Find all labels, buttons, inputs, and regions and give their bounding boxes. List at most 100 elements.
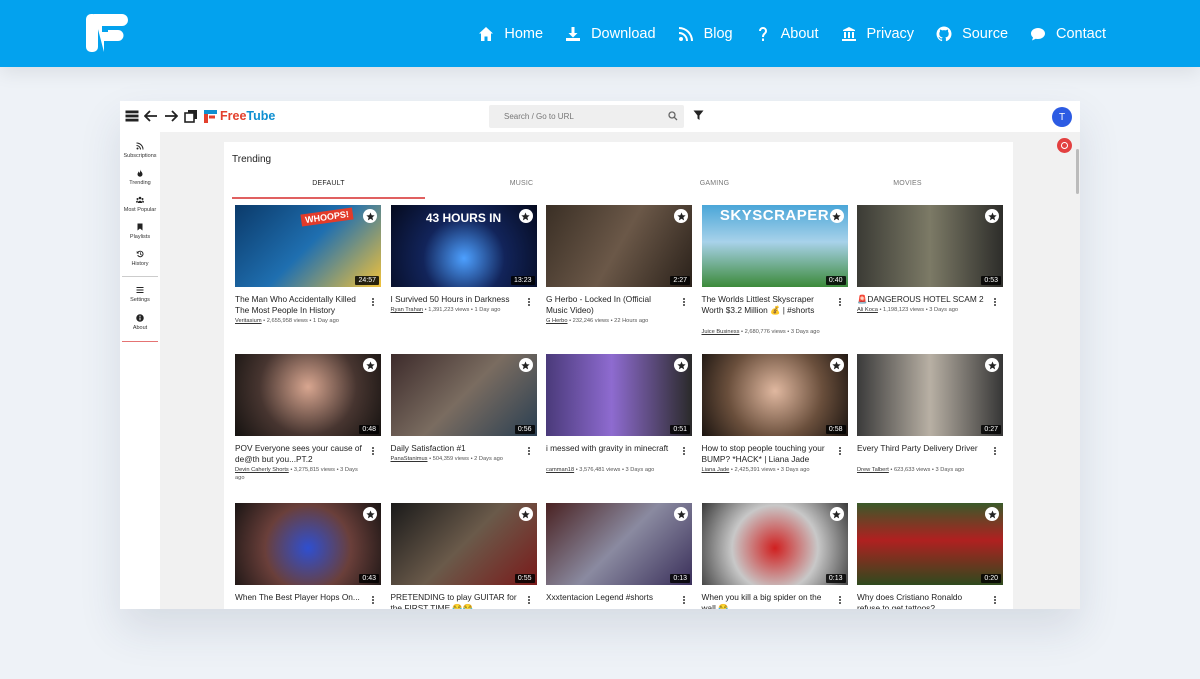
video-options-button[interactable] — [838, 596, 842, 606]
video-card[interactable]: 0:51 i messed with gravity in minecraft ca… — [546, 354, 692, 499]
favorite-button[interactable] — [985, 358, 999, 372]
video-title[interactable]: 🚨DANGEROUS HOTEL SCAM 2 — [857, 294, 985, 305]
video-card[interactable]: 0:43 When The Best Player Hops On... — [235, 503, 381, 609]
channel-link[interactable]: Drew Talbert — [857, 467, 889, 473]
search-icon[interactable] — [668, 111, 678, 121]
tab-music[interactable]: MUSIC — [425, 177, 618, 199]
video-card[interactable]: WHOOPS! 24:57 The Man Who Accidentally Kil… — [235, 205, 381, 350]
video-thumbnail[interactable]: 0:55 — [390, 503, 537, 585]
profile-avatar[interactable]: T — [1052, 107, 1072, 127]
favorite-button[interactable] — [363, 209, 377, 223]
tab-default[interactable]: DEFAULT — [232, 177, 425, 199]
video-title[interactable]: i messed with gravity in minecraft — [546, 443, 674, 454]
scrollbar[interactable] — [1076, 149, 1079, 194]
video-card[interactable]: 0:55 PRETENDING to play GUITAR for the FI… — [390, 503, 537, 609]
video-title[interactable]: I Survived 50 Hours in Darkness — [391, 294, 519, 305]
video-thumbnail[interactable]: 0:48 — [235, 354, 381, 436]
video-title[interactable]: The Worlds Littlest Skyscraper Worth $3.… — [702, 294, 830, 316]
forward-button[interactable] — [164, 109, 179, 123]
video-title[interactable]: Every Third Party Delivery Driver — [857, 443, 985, 454]
video-options-button[interactable] — [371, 447, 375, 457]
menu-button[interactable] — [125, 109, 139, 123]
favorite-button[interactable] — [829, 209, 844, 223]
channel-link[interactable]: Devin Caherly Shorts — [235, 467, 289, 473]
video-options-button[interactable] — [371, 596, 375, 606]
video-thumbnail[interactable]: 0:13 — [701, 503, 848, 585]
video-options-button[interactable] — [527, 596, 531, 606]
video-thumbnail[interactable]: 2:27 — [546, 205, 692, 287]
nav-blog[interactable]: Blog — [678, 26, 733, 42]
favorite-button[interactable] — [674, 209, 688, 223]
video-title[interactable]: POV Everyone sees your cause of de@th bu… — [235, 443, 363, 465]
sidebar-item-most-popular[interactable]: Most Popular — [120, 196, 160, 213]
favorite-button[interactable] — [829, 507, 844, 521]
video-thumbnail[interactable]: 43 HOURS IN 13:23 — [390, 205, 537, 287]
video-thumbnail[interactable]: 0:51 — [546, 354, 692, 436]
video-card[interactable]: SKYSCRAPER 0:40 The Worlds Littlest Skyscr… — [701, 205, 848, 350]
new-window-button[interactable] — [184, 109, 198, 123]
channel-link[interactable]: Juice Business — [702, 329, 740, 335]
video-card[interactable]: 0:20 Why does Cristiano Ronaldo refuse to… — [857, 503, 1003, 609]
video-thumbnail[interactable]: 0:13 — [546, 503, 692, 585]
tab-gaming[interactable]: GAMING — [618, 177, 811, 199]
channel-link[interactable]: PanaStanimus — [391, 456, 428, 462]
tab-movies[interactable]: MOVIES — [811, 177, 1004, 199]
nav-contact[interactable]: Contact — [1030, 26, 1106, 42]
video-title[interactable]: When you kill a big spider on the wall 😂 — [702, 592, 830, 609]
channel-link[interactable]: camman18 — [546, 467, 574, 473]
channel-link[interactable]: G Herbo — [546, 318, 568, 324]
nav-about[interactable]: About — [755, 26, 819, 42]
video-options-button[interactable] — [527, 447, 531, 457]
channel-link[interactable]: Ali Koca — [857, 307, 878, 313]
video-thumbnail[interactable]: 0:53 — [857, 205, 1003, 287]
search-input[interactable] — [489, 105, 654, 128]
favorite-button[interactable] — [363, 507, 377, 521]
nav-source[interactable]: Source — [936, 26, 1008, 42]
sidebar-item-trending[interactable]: Trending — [120, 169, 160, 186]
video-card[interactable]: 0:58 How to stop people touching your BUM… — [701, 354, 848, 499]
sidebar-item-subscriptions[interactable]: Subscriptions — [120, 142, 160, 159]
favorite-button[interactable] — [518, 209, 533, 223]
nav-privacy[interactable]: Privacy — [841, 26, 914, 42]
nav-home[interactable]: Home — [478, 26, 543, 42]
video-thumbnail[interactable]: 0:20 — [857, 503, 1003, 585]
video-thumbnail[interactable]: SKYSCRAPER 0:40 — [701, 205, 848, 287]
video-options-button[interactable] — [527, 298, 531, 308]
video-options-button[interactable] — [838, 447, 842, 457]
video-card[interactable]: 0:56 Daily Satisfaction #1 PanaStanimus • … — [390, 354, 537, 499]
update-notification-icon[interactable] — [1057, 138, 1072, 153]
video-title[interactable]: When The Best Player Hops On... — [235, 592, 363, 603]
video-options-button[interactable] — [682, 298, 686, 308]
video-options-button[interactable] — [993, 298, 997, 308]
sidebar-item-playlists[interactable]: Playlists — [120, 223, 160, 240]
channel-link[interactable]: Ryan Trahan — [391, 307, 424, 313]
video-title[interactable]: The Man Who Accidentally Killed The Most… — [235, 294, 363, 316]
video-options-button[interactable] — [993, 596, 997, 606]
video-title[interactable]: Xxxtentacion Legend #shorts — [546, 592, 674, 603]
favorite-button[interactable] — [674, 507, 688, 521]
favorite-button[interactable] — [985, 209, 999, 223]
video-card[interactable]: 0:53 🚨DANGEROUS HOTEL SCAM 2 Ali Koca • 1,… — [857, 205, 1003, 350]
video-title[interactable]: Daily Satisfaction #1 — [391, 443, 519, 454]
video-card[interactable]: 0:27 Every Third Party Delivery Driver Dre… — [857, 354, 1003, 499]
video-thumbnail[interactable]: WHOOPS! 24:57 — [235, 205, 381, 287]
favorite-button[interactable] — [363, 358, 377, 372]
video-thumbnail[interactable]: 0:56 — [390, 354, 537, 436]
video-options-button[interactable] — [838, 298, 842, 308]
back-button[interactable] — [143, 109, 158, 123]
freetube-logo[interactable] — [84, 12, 128, 54]
video-card[interactable]: 43 HOURS IN 13:23 I Survived 50 Hours in D… — [390, 205, 537, 350]
freetube-app-logo[interactable]: Free Tube — [204, 109, 275, 123]
sidebar-item-settings[interactable]: Settings — [120, 286, 160, 303]
video-title[interactable]: G Herbo - Locked In (Official Music Vide… — [546, 294, 674, 316]
video-card[interactable]: 0:13 Xxxtentacion Legend #shorts — [546, 503, 692, 609]
channel-link[interactable]: Veritasium — [235, 318, 262, 324]
video-options-button[interactable] — [682, 596, 686, 606]
video-title[interactable]: Why does Cristiano Ronaldo refuse to get… — [857, 592, 985, 609]
nav-download[interactable]: Download — [565, 26, 656, 42]
video-options-button[interactable] — [682, 447, 686, 457]
favorite-button[interactable] — [674, 358, 688, 372]
sidebar-item-about[interactable]: About — [120, 314, 160, 331]
video-options-button[interactable] — [993, 447, 997, 457]
video-thumbnail[interactable]: 0:43 — [235, 503, 381, 585]
